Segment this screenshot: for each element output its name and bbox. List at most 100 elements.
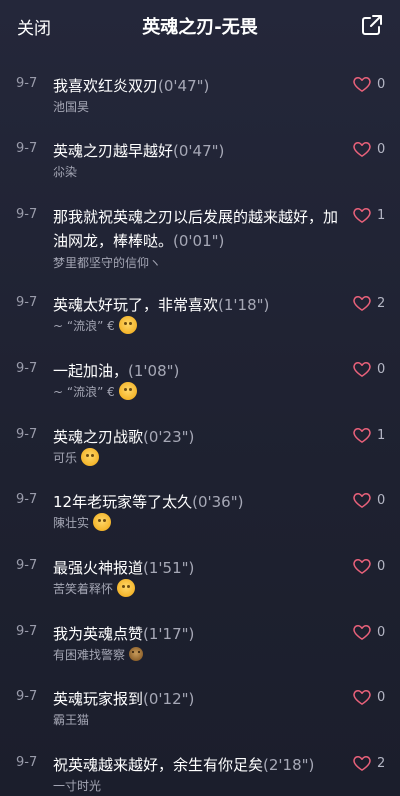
like-button[interactable]: 0	[352, 490, 385, 510]
heart-outline-icon	[353, 756, 371, 771]
heart-outline-icon	[353, 690, 371, 705]
message-text: 我喜欢红炎双刃	[53, 77, 159, 95]
page-title: 英魂之刃-无畏	[142, 17, 258, 38]
message-text: 12年老玩家等了太久	[53, 493, 193, 511]
like-count: 0	[377, 558, 386, 574]
heart-outline-icon	[353, 296, 371, 311]
like-count: 2	[377, 755, 386, 771]
message-duration: (0'47")	[173, 142, 225, 160]
smile-emoji-icon	[118, 382, 137, 400]
item-message[interactable]: 我为英魂点赞(1'17")	[53, 622, 338, 646]
like-button[interactable]: 2	[352, 293, 385, 313]
face-emoji-icon	[129, 647, 144, 661]
message-duration: (1'17")	[143, 625, 195, 643]
heart-outline-icon	[353, 142, 371, 157]
message-duration: (1'51")	[143, 559, 195, 577]
item-date: 9-7	[16, 361, 38, 376]
username: ~ “流浪” €	[53, 384, 115, 399]
username: 梦里都坚守的信仰ヽ	[53, 255, 162, 270]
username: 尛染	[53, 164, 78, 179]
item-message[interactable]: 英魂之刃战歌(0'23")	[53, 425, 338, 449]
username: 有困难找警察	[53, 647, 126, 662]
item-message[interactable]: 英魂之刃越早越好(0'47")	[53, 139, 338, 163]
item-message[interactable]: 一起加油，(1'08")	[53, 359, 338, 383]
like-count: 0	[377, 689, 386, 705]
like-button[interactable]: 0	[352, 622, 385, 642]
item-date: 9-7	[16, 624, 38, 639]
item-message[interactable]: 我喜欢红炎双刃(0'47")	[53, 74, 338, 98]
username: 苦笑着释怀	[53, 581, 114, 596]
item-user: 梦里都坚守的信仰ヽ	[53, 252, 161, 272]
like-count: 0	[377, 141, 386, 157]
like-count: 0	[377, 361, 386, 377]
message-duration: (1'08")	[128, 362, 180, 380]
item-date: 9-7	[16, 76, 38, 91]
item-user: ~ “流浪” €	[53, 315, 137, 335]
username: ~ “流浪” €	[53, 318, 115, 333]
message-duration: (0'36")	[192, 493, 244, 511]
item-date: 9-7	[16, 558, 38, 573]
like-button[interactable]: 0	[352, 687, 385, 707]
item-message[interactable]: 12年老玩家等了太久(0'36")	[53, 490, 338, 514]
share-external-icon	[362, 15, 382, 35]
like-button[interactable]: 0	[352, 359, 385, 379]
heart-outline-icon	[353, 559, 371, 574]
app-window: 关闭 英魂之刃-无畏 9-7 我喜欢红炎双刃(0'47") 池国昊 0 9-7 英魂之刃越…	[0, 0, 400, 796]
item-message[interactable]: 那我就祝英魂之刃以后发展的越来越好，加油网龙，棒棒哒。(0'01")	[53, 205, 338, 253]
smile-emoji-icon	[81, 448, 100, 466]
item-user: 可乐	[53, 447, 100, 467]
like-button[interactable]: 2	[352, 753, 385, 773]
message-text: 我为英魂点赞	[53, 625, 144, 643]
item-date: 9-7	[16, 295, 38, 310]
like-button[interactable]: 1	[352, 205, 385, 225]
username: 可乐	[53, 450, 78, 465]
like-count: 1	[377, 207, 386, 223]
like-button[interactable]: 1	[352, 425, 385, 445]
item-date: 9-7	[16, 141, 38, 156]
item-message[interactable]: 最强火神报道(1'51")	[53, 556, 338, 580]
item-date: 9-7	[16, 492, 38, 507]
username: 陳壮实	[53, 515, 90, 530]
item-message[interactable]: 英魂玩家报到(0'12")	[53, 687, 338, 711]
item-user: 苦笑着释怀	[53, 578, 136, 598]
item-message[interactable]: 祝英魂越来越好，余生有你足矣(2'18")	[53, 753, 338, 777]
message-duration: (1'18")	[218, 296, 270, 314]
message-text: 一起加油，	[53, 362, 129, 380]
like-count: 2	[377, 295, 386, 311]
item-message[interactable]: 英魂太好玩了，非常喜欢(1'18")	[53, 293, 338, 317]
message-text: 英魂玩家报到	[53, 690, 144, 708]
heart-outline-icon	[353, 625, 371, 640]
smile-emoji-icon	[117, 579, 136, 597]
smile-emoji-icon	[118, 316, 137, 334]
message-text: 英魂之刃战歌	[53, 428, 144, 446]
heart-outline-icon	[353, 493, 371, 508]
heart-outline-icon	[353, 77, 371, 92]
message-duration: (0'01")	[173, 232, 225, 250]
like-count: 0	[377, 76, 386, 92]
item-date: 9-7	[16, 207, 38, 222]
username: 池国昊	[53, 99, 90, 114]
message-duration: (0'47")	[158, 77, 210, 95]
item-date: 9-7	[16, 689, 38, 704]
username: 一寸时光	[53, 778, 102, 793]
message-duration: (0'23")	[143, 428, 195, 446]
item-date: 9-7	[16, 755, 38, 770]
message-text: 祝英魂越来越好，余生有你足矣	[53, 756, 264, 774]
smile-emoji-icon	[93, 513, 112, 531]
like-count: 1	[377, 427, 386, 443]
heart-outline-icon	[353, 362, 371, 377]
heart-outline-icon	[353, 208, 371, 223]
like-button[interactable]: 0	[352, 556, 385, 576]
like-button[interactable]: 0	[352, 74, 385, 94]
like-button[interactable]: 0	[352, 139, 385, 159]
message-text: 英魂太好玩了，非常喜欢	[53, 296, 219, 314]
heart-outline-icon	[353, 428, 371, 443]
like-count: 0	[377, 492, 386, 508]
message-duration: (0'12")	[143, 690, 195, 708]
item-user: ~ “流浪” €	[53, 381, 137, 401]
message-text: 最强火神报道	[53, 559, 144, 577]
item-user: 一寸时光	[53, 775, 101, 795]
item-date: 9-7	[16, 427, 38, 442]
like-count: 0	[377, 624, 386, 640]
share-button[interactable]	[360, 13, 384, 37]
